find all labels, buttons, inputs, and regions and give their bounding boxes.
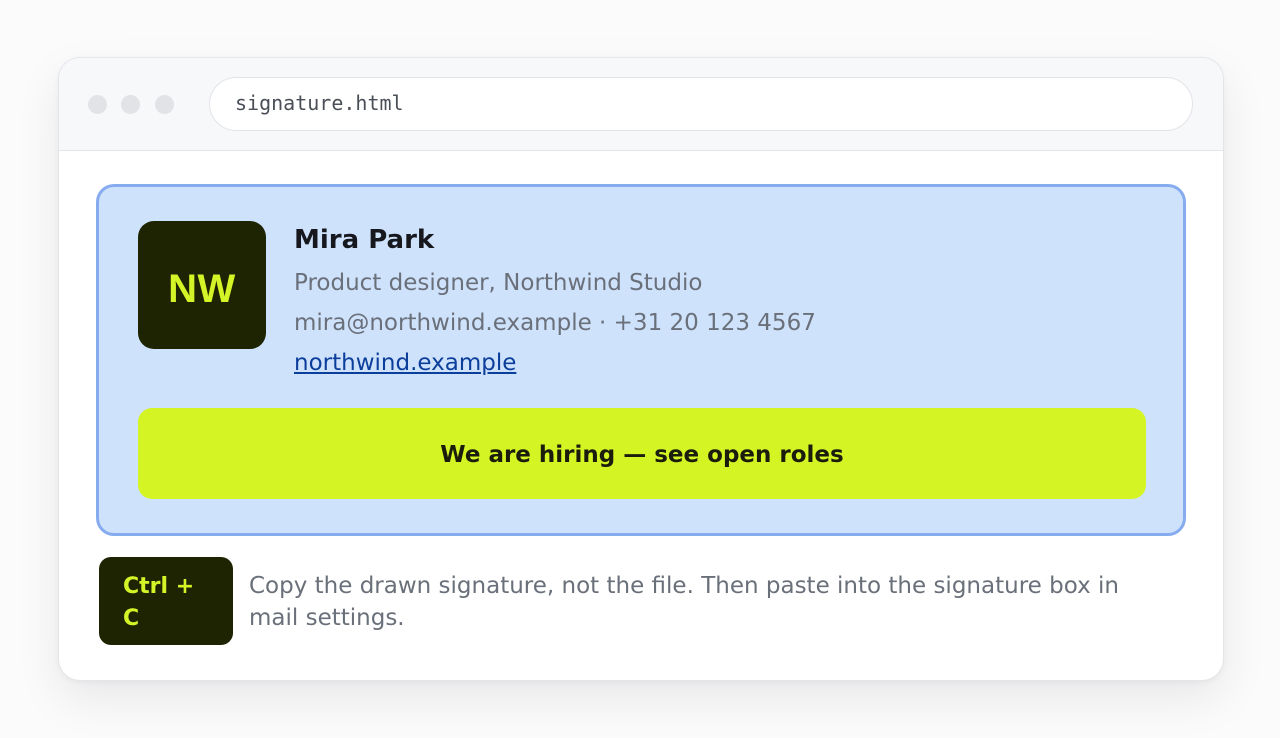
copy-instructions: Copy the drawn signature, not the file. … bbox=[249, 573, 1119, 631]
brand-logo: NW bbox=[138, 221, 266, 349]
signature-details: Mira Park Product designer, Northwind St… bbox=[294, 223, 816, 383]
hiring-banner-button[interactable]: We are hiring — see open roles bbox=[138, 408, 1146, 499]
signature-card[interactable]: NW Mira Park Product designer, Northwind… bbox=[96, 184, 1186, 536]
window-maximize-dot[interactable] bbox=[155, 95, 174, 114]
title-bar: signature.html bbox=[59, 58, 1223, 151]
browser-window: signature.html NW Mira Park Product desi… bbox=[58, 57, 1224, 681]
window-close-dot[interactable] bbox=[88, 95, 107, 114]
website-link[interactable]: northwind.example bbox=[294, 350, 516, 376]
signature-contact: mira@northwind.example · +31 20 123 4567 bbox=[294, 310, 816, 336]
keyboard-shortcut-badge: Ctrl + C bbox=[99, 557, 233, 645]
signature-title: Product designer, Northwind Studio bbox=[294, 270, 703, 296]
signature-name: Mira Park bbox=[294, 225, 435, 255]
window-minimize-dot[interactable] bbox=[121, 95, 140, 114]
address-bar[interactable]: signature.html bbox=[209, 77, 1193, 131]
